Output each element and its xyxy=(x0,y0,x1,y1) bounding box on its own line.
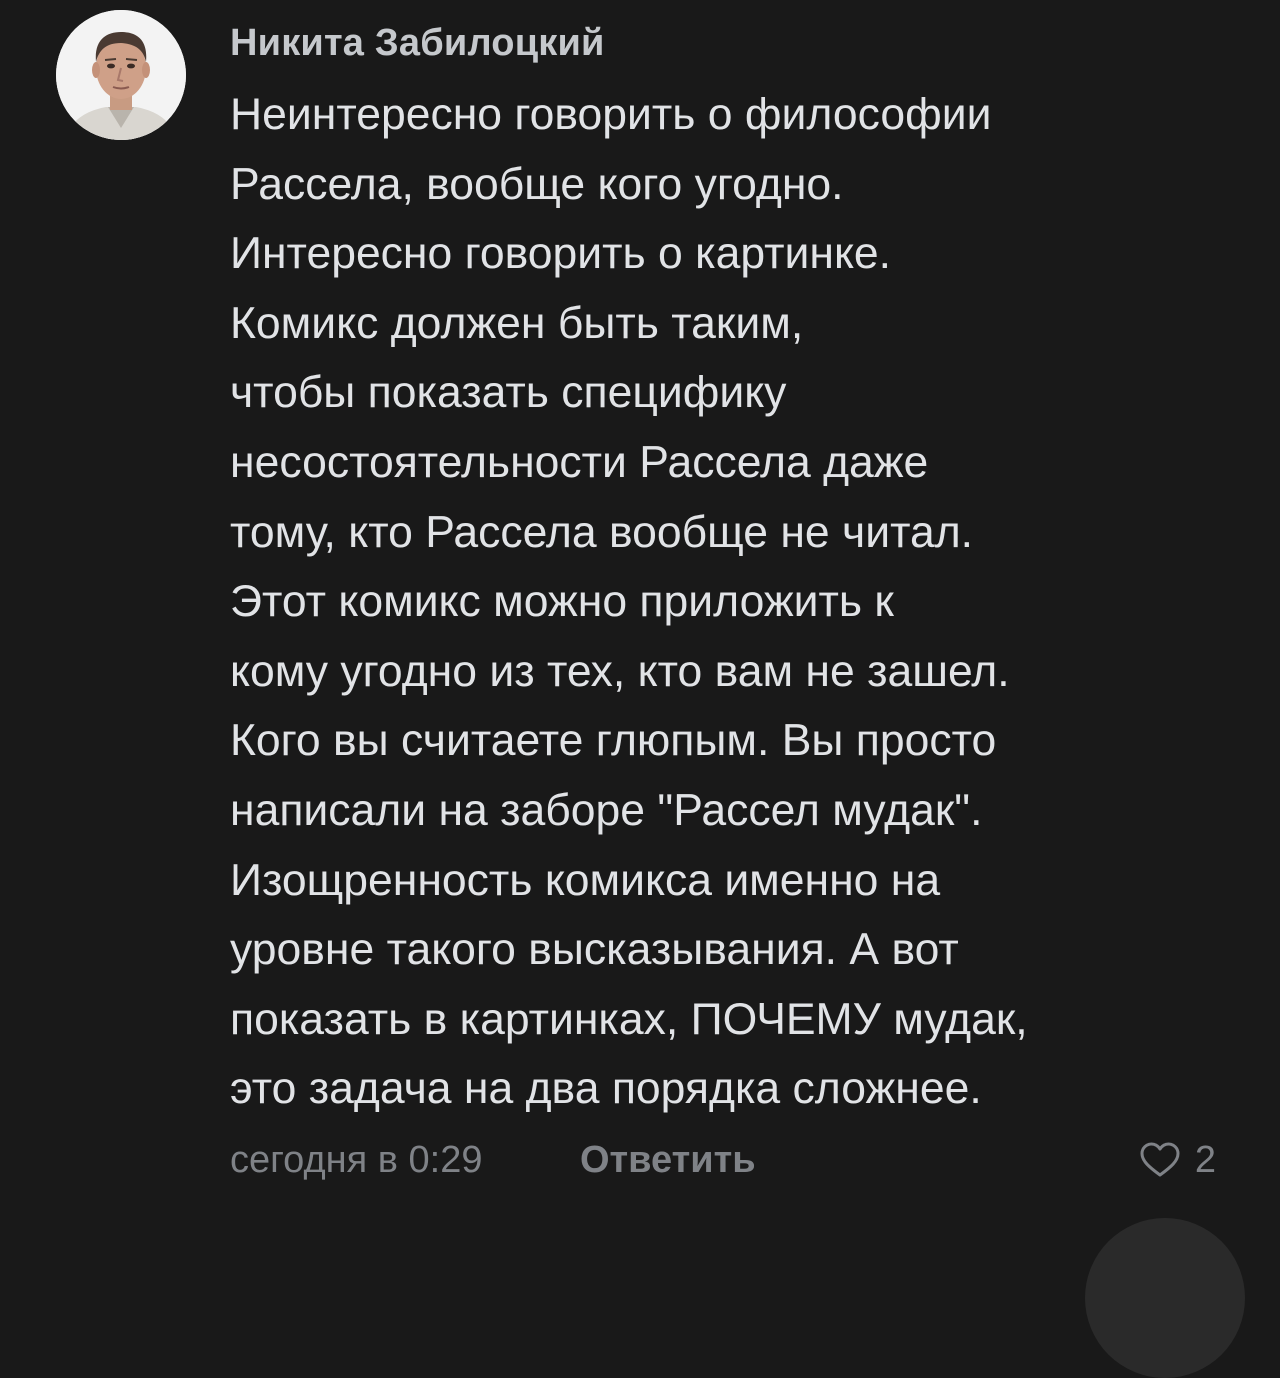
comment-text-line: Этот комикс можно приложить к xyxy=(230,577,894,627)
comment-text-line: Комикс должен быть таким, xyxy=(230,298,804,348)
comment-timestamp: сегодня в 0:29 xyxy=(230,1139,483,1181)
comment-body: Никита Забилоцкий Неинтересно говорить о… xyxy=(230,18,1240,1124)
comment-text: Неинтересно говорить о философии Рассела… xyxy=(230,80,1240,1124)
comment-text-line: тому, кто Рассела вообще не читал. xyxy=(230,507,974,557)
author-avatar[interactable] xyxy=(56,10,186,140)
comment-item: Никита Забилоцкий Неинтересно говорить о… xyxy=(0,0,1280,1378)
heart-outline-icon xyxy=(1140,1142,1180,1177)
comment-footer: сегодня в 0:29 Ответить 2 xyxy=(230,1132,1230,1188)
comment-text-line: Интересно говорить о картинке. xyxy=(230,229,892,279)
comment-text-line: кому угодно из тех, кто вам не зашел. xyxy=(230,646,1010,696)
author-name[interactable]: Никита Забилоцкий xyxy=(230,18,1240,68)
comment-text-line: написали на заборе "Рассел мудак". xyxy=(230,785,983,835)
avatar-photo xyxy=(56,10,186,140)
comment-text-line: уровне такого высказывания. А вот xyxy=(230,925,959,975)
floating-action-button-edge[interactable] xyxy=(1085,1218,1245,1378)
comment-text-line: Изощренность комикса именно на xyxy=(230,855,941,905)
comment-text-line: чтобы показать специфику xyxy=(230,368,787,418)
comment-text-line: несостоятельности Рассела даже xyxy=(230,437,929,487)
comment-text-line: Неинтересно говорить о философии xyxy=(230,90,992,139)
comment-text-line: Рассела, вообще кого угодно. xyxy=(230,159,844,209)
comment-text-line: Кого вы считаете глюпым. Вы просто xyxy=(230,716,997,766)
comment-text-line: показать в картинках, ПОЧЕМУ мудак, xyxy=(230,994,1028,1044)
like-button[interactable]: 2 xyxy=(1139,1132,1216,1188)
like-count: 2 xyxy=(1194,1139,1216,1181)
comment-text-line: это задача на два порядка сложнее. xyxy=(230,1064,982,1114)
reply-button[interactable]: Ответить xyxy=(580,1132,756,1188)
